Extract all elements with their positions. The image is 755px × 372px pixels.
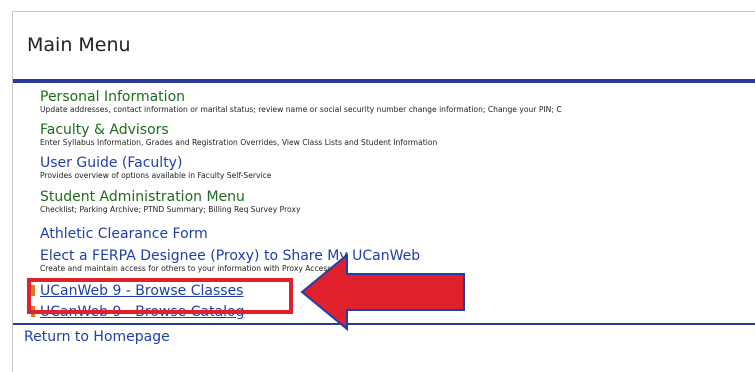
menu-item-link[interactable]: Athletic Clearance Form [40,226,208,242]
bottom-divider [13,323,755,325]
menu-item-description: Enter Syllabus Information, Grades and R… [40,138,438,147]
menu-item-personal-information[interactable]: Personal Information Update addresses, c… [40,89,562,114]
menu-item-faculty-advisors[interactable]: Faculty & Advisors Enter Syllabus Inform… [40,122,437,147]
bullet-marker [31,306,35,317]
page-title: Main Menu [27,34,131,56]
menu-item-link[interactable]: Personal Information [40,89,562,105]
menu-item-description: Update addresses, contact information or… [40,105,562,114]
menu-item-athletic-clearance[interactable]: Athletic Clearance Form [40,226,208,242]
browse-classes-link[interactable]: UCanWeb 9 - Browse Classes [40,283,243,299]
menu-item-description: Checklist; Parking Archive; PTND Summary… [40,205,301,214]
menu-item-description: Provides overview of options available i… [40,171,272,180]
menu-item-user-guide[interactable]: User Guide (Faculty) Provides overview o… [40,155,271,180]
browse-catalog-link[interactable]: UCanWeb 9 - Browse Catalog [40,304,245,320]
menu-item-link[interactable]: Faculty & Advisors [40,122,437,138]
return-to-homepage-link[interactable]: Return to Homepage [24,329,170,345]
bullet-marker [31,285,35,296]
menu-item-description: Create and maintain access for others to… [40,264,334,273]
menu-item-link[interactable]: Elect a FERPA Designee (Proxy) to Share … [40,248,420,264]
menu-item-student-administration[interactable]: Student Administration Menu Checklist; P… [40,189,300,214]
top-divider [13,79,755,83]
menu-item-link[interactable]: Student Administration Menu [40,189,300,205]
menu-item-link[interactable]: User Guide (Faculty) [40,155,271,171]
menu-item-ferpa-designee[interactable]: Elect a FERPA Designee (Proxy) to Share … [40,248,420,273]
